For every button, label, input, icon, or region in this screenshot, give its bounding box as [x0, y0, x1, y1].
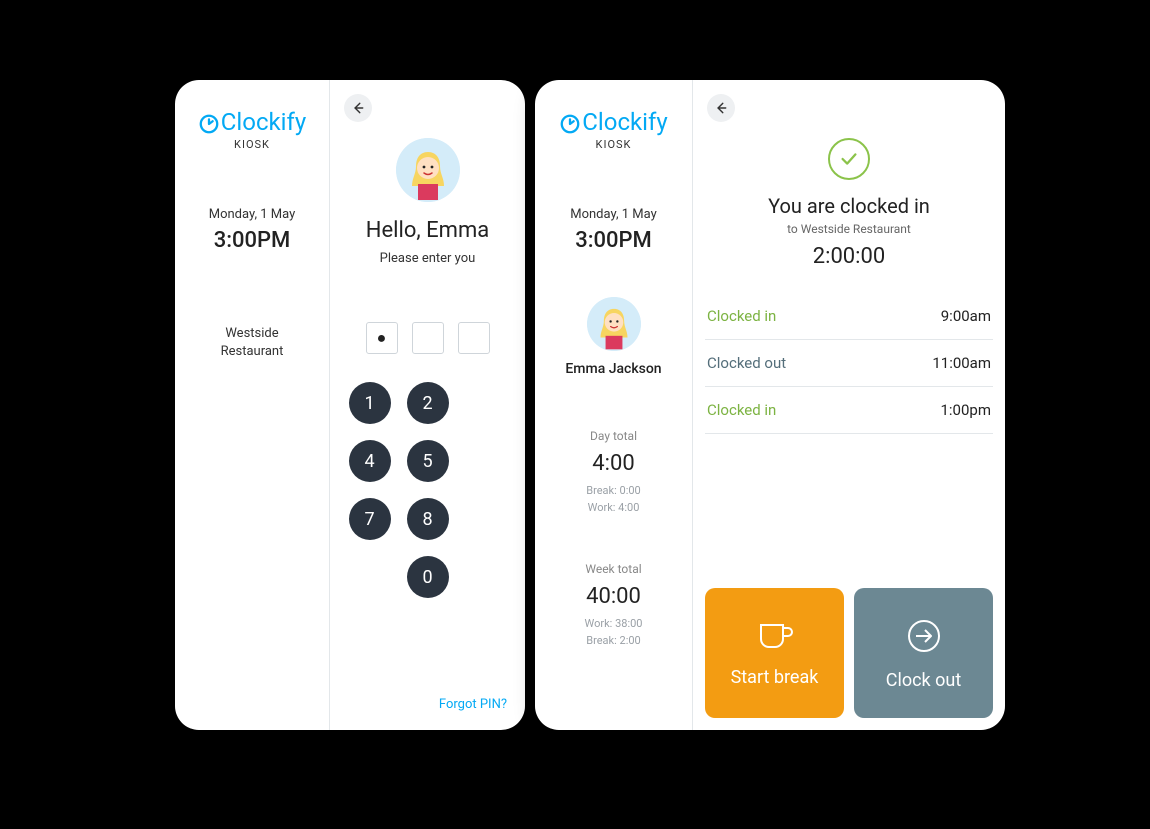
arrow-left-icon [714, 101, 728, 115]
clock-out-label: Clock out [886, 670, 961, 691]
week-total-label: Week total [585, 562, 641, 576]
key-4[interactable]: 4 [349, 440, 391, 482]
location-name: Westside Restaurant [202, 325, 302, 361]
current-time: 3:00PM [214, 228, 291, 253]
current-time: 3:00PM [575, 228, 652, 253]
arrow-left-icon [351, 101, 365, 115]
current-date: Monday, 1 May [209, 207, 296, 222]
elapsed-time: 2:00:00 [705, 244, 993, 269]
key-7[interactable]: 7 [349, 498, 391, 540]
log-label: Clocked out [707, 354, 786, 372]
logo: Clockify [198, 108, 306, 136]
key-1[interactable]: 1 [349, 382, 391, 424]
log-row: Clocked in 9:00am [705, 293, 993, 340]
kiosk-label: KIOSK [234, 138, 270, 151]
pin-digit-2[interactable] [412, 322, 444, 354]
exit-icon [904, 616, 944, 656]
status-title: You are clocked in [705, 194, 993, 218]
back-button[interactable] [707, 94, 735, 122]
cup-icon [755, 619, 795, 653]
status-subtitle: to Westside Restaurant [705, 222, 993, 236]
kiosk-status-screen: Clockify KIOSK Monday, 1 May 3:00PM Emma… [535, 80, 1005, 730]
pin-input-row: ● [366, 322, 490, 354]
log-time: 1:00pm [940, 401, 991, 419]
log-time: 11:00am [932, 354, 991, 372]
key-0[interactable]: 0 [407, 556, 449, 598]
person-name: Emma Jackson [565, 361, 661, 377]
forgot-pin-link[interactable]: Forgot PIN? [439, 697, 507, 712]
instruction-text: Please enter you [380, 251, 476, 266]
week-total-value: 40:00 [586, 584, 641, 609]
avatar [396, 138, 460, 202]
start-break-button[interactable]: Start break [705, 588, 844, 718]
log-label: Clocked in [707, 401, 776, 419]
week-work-value: Work: 38:00 [585, 617, 643, 630]
key-2[interactable]: 2 [407, 382, 449, 424]
kiosk-label: KIOSK [596, 138, 632, 151]
clockify-icon [198, 113, 220, 135]
pin-digit-3[interactable] [458, 322, 490, 354]
activity-log: Clocked in 9:00am Clocked out 11:00am Cl… [705, 293, 993, 434]
check-icon [828, 138, 870, 180]
clockify-icon [559, 113, 581, 135]
day-break-value: Break: 0:00 [586, 484, 640, 497]
day-total-value: 4:00 [592, 451, 634, 476]
log-row: Clocked out 11:00am [705, 340, 993, 387]
day-total-label: Day total [590, 429, 637, 443]
avatar [587, 297, 641, 351]
week-break-value: Break: 2:00 [586, 634, 640, 647]
logo: Clockify [559, 108, 667, 136]
clock-out-button[interactable]: Clock out [854, 588, 993, 718]
kiosk-pin-screen: Clockify KIOSK Monday, 1 May 3:00PM West… [175, 80, 525, 730]
log-label: Clocked in [707, 307, 776, 325]
key-8[interactable]: 8 [407, 498, 449, 540]
key-5[interactable]: 5 [407, 440, 449, 482]
current-date: Monday, 1 May [570, 207, 657, 222]
greeting: Hello, Emma [366, 218, 489, 243]
back-button[interactable] [344, 94, 372, 122]
pin-digit-1[interactable]: ● [366, 322, 398, 354]
log-row: Clocked in 1:00pm [705, 387, 993, 434]
start-break-label: Start break [731, 667, 819, 688]
keypad: 1 2 4 5 7 8 0 [349, 382, 507, 598]
day-work-value: Work: 4:00 [588, 501, 640, 514]
log-time: 9:00am [941, 307, 991, 325]
